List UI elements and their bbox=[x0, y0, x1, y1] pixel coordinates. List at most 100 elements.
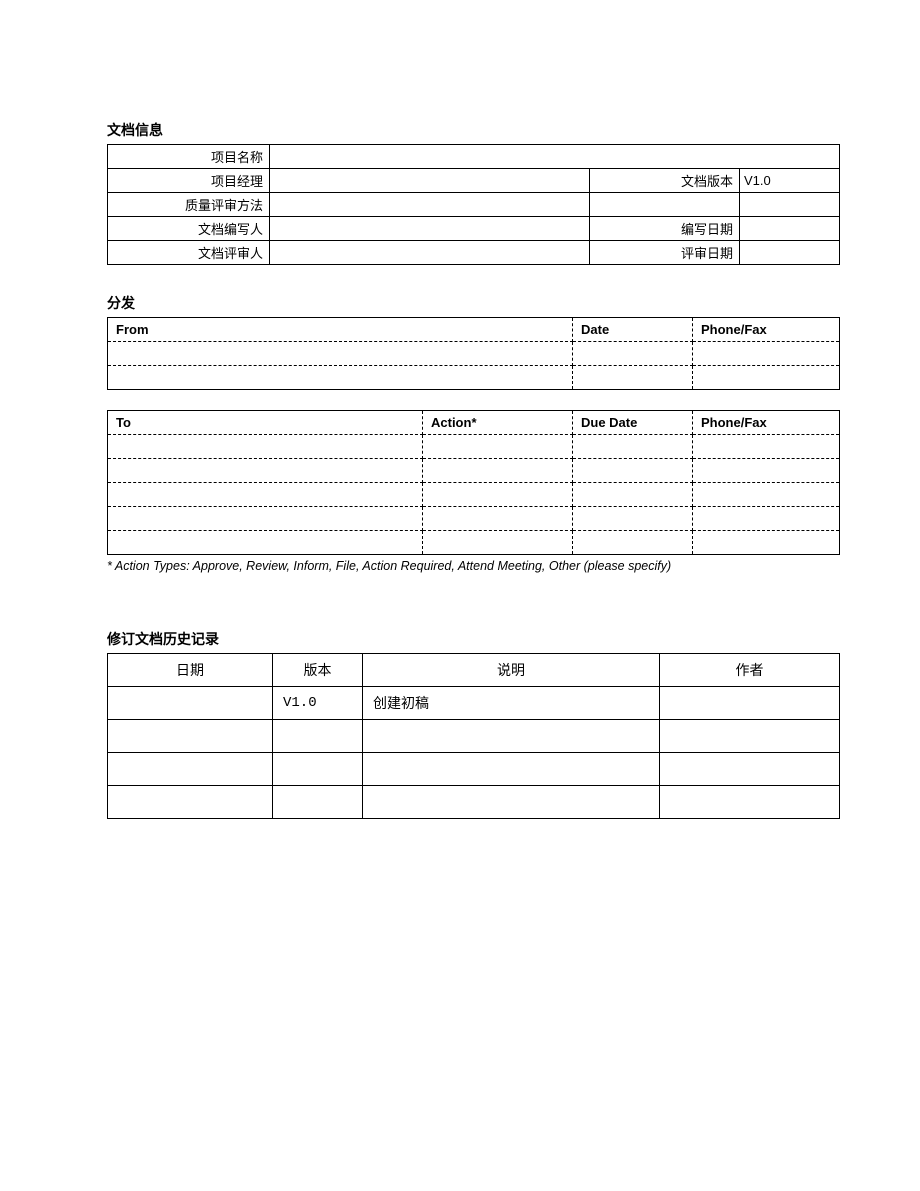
cell bbox=[108, 435, 423, 459]
cell-version bbox=[273, 786, 363, 819]
row-project-name: 项目名称 bbox=[108, 145, 840, 169]
header-date: 日期 bbox=[108, 654, 273, 687]
to-table: To Action* Due Date Phone/Fax bbox=[107, 410, 840, 555]
cell bbox=[108, 507, 423, 531]
header-to: To bbox=[108, 411, 423, 435]
blank-cell bbox=[740, 193, 840, 217]
header-author: 作者 bbox=[660, 654, 840, 687]
table-row bbox=[108, 366, 840, 390]
cell bbox=[108, 366, 573, 390]
revision-section: 修订文档历史记录 日期 版本 说明 作者 V1.0创建初稿 bbox=[107, 629, 840, 819]
label-quality-method: 质量评审方法 bbox=[108, 193, 270, 217]
cell-version: V1.0 bbox=[273, 687, 363, 720]
table-row bbox=[108, 459, 840, 483]
cell bbox=[693, 342, 840, 366]
header-due-date: Due Date bbox=[573, 411, 693, 435]
table-row bbox=[108, 483, 840, 507]
value-doc-version: V1.0 bbox=[740, 169, 840, 193]
cell bbox=[693, 531, 840, 555]
value-project-name bbox=[270, 145, 840, 169]
header-phone: Phone/Fax bbox=[693, 411, 840, 435]
table-row: V1.0创建初稿 bbox=[108, 687, 840, 720]
from-header-row: From Date Phone/Fax bbox=[108, 318, 840, 342]
header-version: 版本 bbox=[273, 654, 363, 687]
cell-author bbox=[660, 720, 840, 753]
blank-cell bbox=[590, 193, 740, 217]
cell bbox=[693, 459, 840, 483]
cell bbox=[108, 459, 423, 483]
cell bbox=[573, 531, 693, 555]
cell bbox=[423, 507, 573, 531]
cell bbox=[108, 531, 423, 555]
table-row bbox=[108, 342, 840, 366]
cell-version bbox=[273, 720, 363, 753]
cell-author bbox=[660, 753, 840, 786]
value-reviewer bbox=[270, 241, 590, 265]
table-row bbox=[108, 507, 840, 531]
docinfo-section: 文档信息 项目名称 项目经理 文档版本 V1.0 质量评审方法 文档编写人 编写… bbox=[107, 120, 840, 265]
cell bbox=[573, 435, 693, 459]
table-row bbox=[108, 720, 840, 753]
cell-version bbox=[273, 753, 363, 786]
row-reviewer: 文档评审人 评审日期 bbox=[108, 241, 840, 265]
value-write-date bbox=[740, 217, 840, 241]
label-author: 文档编写人 bbox=[108, 217, 270, 241]
cell bbox=[693, 483, 840, 507]
cell-author bbox=[660, 786, 840, 819]
cell bbox=[573, 459, 693, 483]
cell bbox=[423, 435, 573, 459]
cell bbox=[693, 366, 840, 390]
header-date: Date bbox=[573, 318, 693, 342]
cell bbox=[573, 366, 693, 390]
value-project-manager bbox=[270, 169, 590, 193]
row-quality-method: 质量评审方法 bbox=[108, 193, 840, 217]
cell-desc bbox=[363, 720, 660, 753]
label-write-date: 编写日期 bbox=[590, 217, 740, 241]
label-doc-version: 文档版本 bbox=[590, 169, 740, 193]
label-reviewer: 文档评审人 bbox=[108, 241, 270, 265]
revision-header-row: 日期 版本 说明 作者 bbox=[108, 654, 840, 687]
cell bbox=[573, 507, 693, 531]
docinfo-title: 文档信息 bbox=[107, 120, 840, 140]
from-table: From Date Phone/Fax bbox=[107, 317, 840, 390]
cell bbox=[573, 483, 693, 507]
cell-date bbox=[108, 720, 273, 753]
label-review-date: 评审日期 bbox=[590, 241, 740, 265]
cell bbox=[423, 459, 573, 483]
cell-date bbox=[108, 786, 273, 819]
cell-desc: 创建初稿 bbox=[363, 687, 660, 720]
cell-author bbox=[660, 687, 840, 720]
cell bbox=[108, 483, 423, 507]
header-desc: 说明 bbox=[363, 654, 660, 687]
cell bbox=[423, 531, 573, 555]
value-review-date bbox=[740, 241, 840, 265]
table-row bbox=[108, 786, 840, 819]
distribution-section: 分发 From Date Phone/Fax To Action* Due Da… bbox=[107, 293, 840, 573]
label-project-name: 项目名称 bbox=[108, 145, 270, 169]
to-header-row: To Action* Due Date Phone/Fax bbox=[108, 411, 840, 435]
table-row bbox=[108, 753, 840, 786]
distribution-title: 分发 bbox=[107, 293, 840, 313]
cell-date bbox=[108, 753, 273, 786]
cell bbox=[423, 483, 573, 507]
cell bbox=[108, 342, 573, 366]
label-project-manager: 项目经理 bbox=[108, 169, 270, 193]
docinfo-table: 项目名称 项目经理 文档版本 V1.0 质量评审方法 文档编写人 编写日期 文档… bbox=[107, 144, 840, 265]
value-quality-method bbox=[270, 193, 590, 217]
table-row bbox=[108, 435, 840, 459]
cell bbox=[573, 342, 693, 366]
cell-desc bbox=[363, 753, 660, 786]
table-row bbox=[108, 531, 840, 555]
revision-table: 日期 版本 说明 作者 V1.0创建初稿 bbox=[107, 653, 840, 819]
cell-desc bbox=[363, 786, 660, 819]
revision-title: 修订文档历史记录 bbox=[107, 629, 840, 649]
cell bbox=[693, 507, 840, 531]
cell bbox=[693, 435, 840, 459]
action-note: * Action Types: Approve, Review, Inform,… bbox=[107, 559, 840, 573]
cell-date bbox=[108, 687, 273, 720]
row-project-manager: 项目经理 文档版本 V1.0 bbox=[108, 169, 840, 193]
row-author: 文档编写人 编写日期 bbox=[108, 217, 840, 241]
header-action: Action* bbox=[423, 411, 573, 435]
header-from: From bbox=[108, 318, 573, 342]
value-author bbox=[270, 217, 590, 241]
